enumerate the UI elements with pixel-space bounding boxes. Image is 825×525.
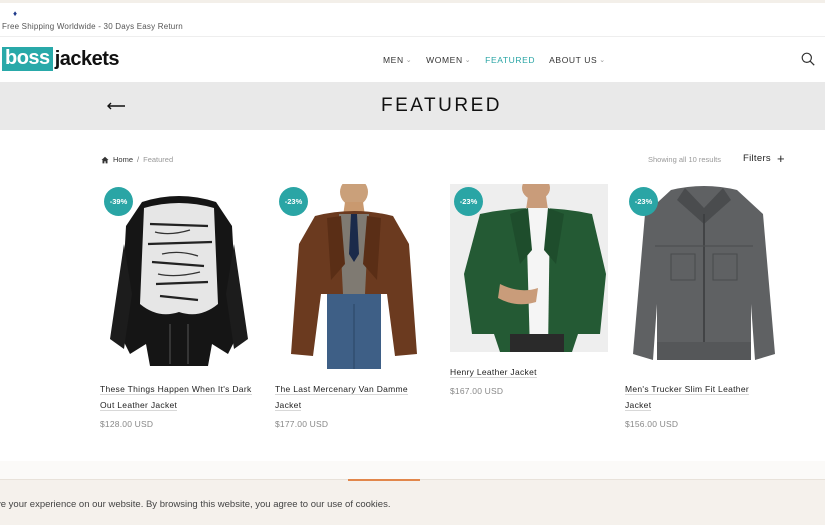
product-title-line2: Jacket [275,400,302,411]
chevron-down-icon: ⌄ [599,57,606,64]
chevron-down-icon: ⌄ [405,57,413,64]
product-title[interactable]: Henry Leather Jacket [450,364,608,380]
footer-strip [0,461,825,479]
site-logo[interactable]: boss jackets [2,47,120,71]
product-title[interactable]: The Last Mercenary Van Damme Jacket [275,381,433,413]
nav-label-women: WOMEN [426,55,463,65]
small-logo-icon: ♦ [13,9,18,18]
discount-badge: -23% [279,187,308,216]
product-title-line1: The Last Mercenary Van Damme [275,384,408,395]
collection-toolbar: Home / Featured Showing all 10 results F… [0,130,825,182]
product-title[interactable]: These Things Happen When It's Dark Out L… [100,381,258,413]
results-count: Showing all 10 results [648,155,721,164]
product-title-line2: Jacket [625,400,652,411]
product-card[interactable]: -23% Men's Trucker Slim Fit Leather Jack… [625,184,783,429]
product-card[interactable]: -39% These Things Happen When It's Dark … [100,184,258,429]
cookie-accent-bar [348,479,420,481]
discount-badge: -23% [629,187,658,216]
nav-item-women[interactable]: WOMEN ⌄ [426,55,471,65]
nav-label-about-us: ABOUT US [549,55,598,65]
discount-badge: -23% [454,187,483,216]
product-title-line1: These Things Happen When It's Dark [100,384,252,395]
nav-label-men: MEN [383,55,404,65]
breadcrumb: Home / Featured [101,155,173,164]
site-header: boss jackets MEN ⌄ WOMEN ⌄ FEATURED ABOU… [0,37,825,82]
product-image[interactable]: -23% [450,184,608,352]
product-price: $156.00 USD [625,419,679,429]
nav-label-featured: FEATURED [485,55,536,65]
announcement-bar: ♦ Free Shipping Worldwide - 30 Days Easy… [0,3,825,37]
chevron-down-icon: ⌄ [464,57,472,64]
breadcrumb-separator: / [137,155,140,164]
product-card[interactable]: -23% The Last Mercenary Van Damme Jacket… [275,184,433,429]
filters-button[interactable]: Filters + [743,150,785,166]
logo-part-jackets: jackets [54,47,120,70]
breadcrumb-home[interactable]: Home [113,155,133,164]
nav-item-about-us[interactable]: ABOUT US ⌄ [549,55,606,65]
page-banner: FEATURED [0,82,825,130]
product-title[interactable]: Men's Trucker Slim Fit Leather Jacket [625,381,783,413]
plus-icon: + [776,150,785,166]
logo-part-boss: boss [2,47,53,71]
filters-label: Filters [743,153,771,164]
nav-item-men[interactable]: MEN ⌄ [383,55,412,65]
product-card[interactable]: -23% Henry Leather Jacket $167.00 USD [450,184,608,396]
nav-item-featured[interactable]: FEATURED [485,55,535,65]
main-nav: MEN ⌄ WOMEN ⌄ FEATURED ABOUT US ⌄ [383,55,606,65]
product-price: $128.00 USD [100,419,154,429]
cookie-banner: ve your experience on our website. By br… [0,479,825,525]
product-price: $177.00 USD [275,419,329,429]
product-image[interactable]: -23% [625,184,783,369]
search-icon[interactable] [801,52,815,66]
product-title-line1: Henry Leather Jacket [450,367,537,378]
product-title-line1: Men's Trucker Slim Fit Leather [625,384,749,395]
announcement-text: Free Shipping Worldwide - 30 Days Easy R… [2,22,183,31]
page-title: FEATURED [381,95,502,116]
product-image[interactable]: -23% [275,184,433,369]
product-image[interactable]: -39% [100,184,258,369]
product-title-line2: Out Leather Jacket [100,400,178,411]
discount-badge: -39% [104,187,133,216]
cookie-message: ve your experience on our website. By br… [0,499,391,510]
product-price: $167.00 USD [450,386,504,396]
home-icon [101,156,109,163]
product-grid: -39% These Things Happen When It's Dark … [100,184,790,434]
breadcrumb-current: Featured [143,155,174,164]
